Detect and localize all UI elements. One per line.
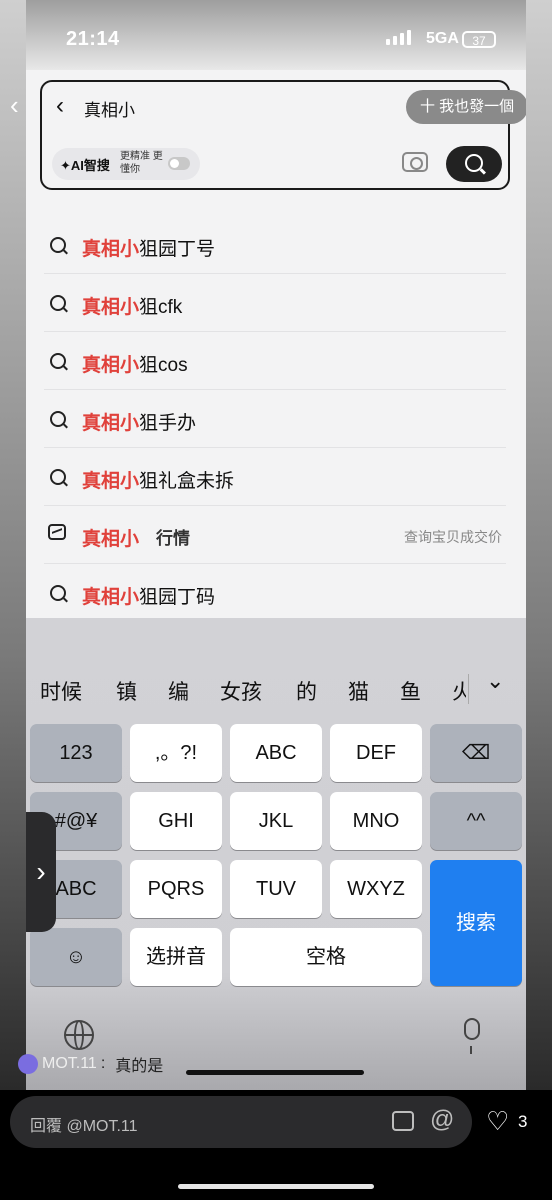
battery-icon: 37 <box>462 31 496 48</box>
suggestion-item-market[interactable]: 真相小 行情 查询宝贝成交价 <box>44 506 506 564</box>
status-bar: 21:14 5GA 37 <box>26 0 526 70</box>
reply-placeholder: 回覆 @MOT.11 <box>30 1118 138 1135</box>
key-jkl[interactable]: JKL <box>230 792 322 850</box>
suggestion-highlight: 真相小 <box>82 587 140 608</box>
market-hint: 查询宝贝成交价 <box>404 529 502 545</box>
suggestion-highlight: 真相小 <box>82 529 140 550</box>
chevron-down-icon[interactable]: ⌄ <box>486 668 504 694</box>
trend-chart-icon <box>48 524 66 540</box>
side-expand-tab[interactable]: › <box>26 812 56 932</box>
like-count: 3 <box>518 1112 528 1131</box>
key-mno[interactable]: MNO <box>330 792 422 850</box>
back-icon[interactable]: ‹ <box>56 92 64 120</box>
globe-icon[interactable] <box>64 1020 94 1050</box>
ai-search-toggle[interactable]: ✦AI智搜 更精准 更懂你 <box>52 148 200 180</box>
key-backspace[interactable]: ⌫ <box>430 724 522 782</box>
signal-icon <box>386 30 411 45</box>
candidate-word[interactable]: 编 <box>168 676 189 706</box>
key-emoticon[interactable]: ^^ <box>430 792 522 850</box>
search-button[interactable] <box>446 146 502 182</box>
viewer-back-icon[interactable]: ‹ <box>10 90 32 120</box>
suggestion-highlight: 真相小 <box>82 297 140 318</box>
candidate-word[interactable]: 火 <box>452 676 466 706</box>
search-icon <box>50 353 66 369</box>
suggestion-text: 狙礼盒未拆 <box>139 471 235 492</box>
search-icon <box>50 295 66 311</box>
suggestion-highlight: 真相小 <box>82 471 140 492</box>
search-icon <box>50 411 66 427</box>
phone-screen: 21:14 5GA 37 ‹ 真相小 十 我也發一個 ✦AI智搜 更精准 更懂你… <box>26 0 526 1090</box>
suggestion-text: 狙园丁码 <box>139 587 216 608</box>
key-pqrs[interactable]: PQRS <box>130 860 222 918</box>
comment-separator: : <box>100 1055 106 1072</box>
suggestion-item[interactable]: 真相小 狙礼盒未拆 <box>44 448 506 506</box>
post-button[interactable]: 十 我也發一個 <box>406 90 526 124</box>
suggestion-text: 狙手办 <box>139 413 197 434</box>
candidate-word[interactable]: 时候 <box>40 676 82 706</box>
viewer-right-edge <box>526 0 552 1090</box>
battery-level: 37 <box>472 34 486 48</box>
live-comment: MOT.11: 真的是 <box>18 1052 163 1076</box>
suggestion-highlight: 真相小 <box>82 239 140 260</box>
network-label: 5GA <box>426 30 459 47</box>
market-tag: 行情 <box>156 529 190 548</box>
comment-text: 真的是 <box>115 1058 164 1075</box>
search-header: ‹ 真相小 十 我也發一個 ✦AI智搜 更精准 更懂你 <box>40 80 526 190</box>
ai-search-label: ✦AI智搜 <box>60 158 110 173</box>
search-input[interactable]: 真相小 <box>84 96 135 121</box>
candidate-word[interactable]: 猫 <box>348 676 369 706</box>
key-wxyz[interactable]: WXYZ <box>330 860 422 918</box>
viewer-left-edge <box>0 0 26 1090</box>
heart-icon[interactable]: ♡ <box>486 1108 509 1134</box>
chevron-right-icon: › <box>36 856 46 887</box>
search-icon <box>50 469 66 485</box>
suggestion-highlight: 真相小 <box>82 355 140 376</box>
mention-icon[interactable]: @ <box>430 1106 454 1134</box>
suggestion-list: 真相小 狙园丁号 真相小 狙cfk 真相小 狙cos 真相小 狙手办 真相小 狙… <box>44 216 506 621</box>
reply-input[interactable]: 回覆 @MOT.11 @ <box>10 1096 472 1148</box>
key-ghi[interactable]: GHI <box>130 792 222 850</box>
suggestion-item[interactable]: 真相小 狙cfk <box>44 274 506 332</box>
key-123[interactable]: 123 <box>30 724 122 782</box>
suggestion-item[interactable]: 真相小 狙园丁码 <box>44 564 506 621</box>
key-search[interactable]: 搜索 <box>430 860 522 986</box>
toggle-switch-icon[interactable] <box>168 157 190 170</box>
suggestion-item[interactable]: 真相小 狙cos <box>44 332 506 390</box>
key-tuv[interactable]: TUV <box>230 860 322 918</box>
image-icon[interactable] <box>392 1111 414 1131</box>
candidate-word[interactable]: 鱼 <box>400 676 421 706</box>
status-time: 21:14 <box>66 28 120 50</box>
key-pinyin[interactable]: 选拼音 <box>130 928 222 986</box>
key-def[interactable]: DEF <box>330 724 422 782</box>
backspace-icon: ⌫ <box>461 742 491 764</box>
key-abc[interactable]: ABC <box>230 724 322 782</box>
candidate-divider <box>468 674 469 704</box>
candidate-word[interactable]: 的 <box>296 676 317 706</box>
pinyin-keyboard: 时候 镇 编 女孩 的 猫 鱼 火 ⌄ 123 ,。?! ABC DEF ⌫ #… <box>26 618 526 1090</box>
key-emoji[interactable]: ☺ <box>30 928 122 986</box>
candidate-word[interactable]: 女孩 <box>220 676 262 706</box>
key-punctuation[interactable]: ,。?! <box>130 724 222 782</box>
emoji-icon: ☺ <box>65 946 87 968</box>
search-icon <box>50 237 66 253</box>
suggestion-item[interactable]: 真相小 狙园丁号 <box>44 216 506 274</box>
suggestion-text: 狙cfk <box>139 297 183 318</box>
avatar <box>18 1054 38 1074</box>
candidate-bar: 时候 镇 编 女孩 的 猫 鱼 火 ⌄ <box>26 618 526 718</box>
suggestion-item[interactable]: 真相小 狙手办 <box>44 390 506 448</box>
ai-search-hint: 更精准 更懂你 <box>120 151 163 175</box>
home-indicator <box>186 1070 364 1075</box>
suggestion-text: 狙cos <box>139 355 188 376</box>
search-icon <box>50 585 66 601</box>
comment-user: MOT.11 <box>42 1055 97 1072</box>
microphone-icon[interactable] <box>464 1018 480 1054</box>
candidate-word[interactable]: 镇 <box>116 676 137 706</box>
suggestion-text: 狙园丁号 <box>139 239 216 260</box>
suggestion-highlight: 真相小 <box>82 413 140 434</box>
system-home-indicator <box>178 1184 374 1189</box>
camera-icon[interactable] <box>402 152 428 172</box>
key-space[interactable]: 空格 <box>230 928 422 986</box>
